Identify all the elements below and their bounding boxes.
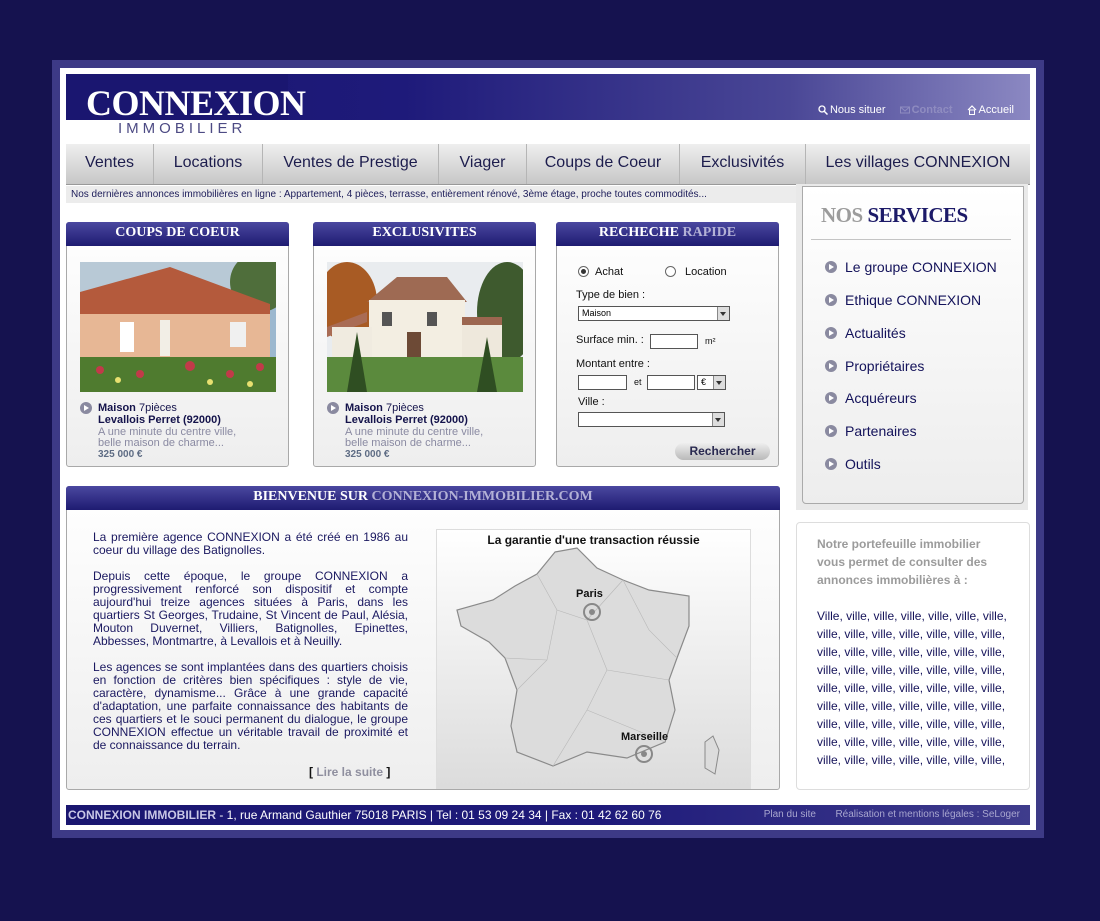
welcome-text: La première agence CONNEXION a été créé … bbox=[93, 530, 408, 752]
rechercher-button[interactable]: Rechercher bbox=[675, 443, 770, 460]
service-proprietaires[interactable]: Propriétaires bbox=[825, 358, 924, 374]
arrow-icon bbox=[825, 425, 837, 437]
coups-de-coeur-box: COUPS DE COEUR Maison 7pièces Levallois P… bbox=[66, 222, 289, 467]
footer-links: Plan du site Réalisation et mentions lég… bbox=[764, 805, 1020, 825]
lire-la-suite-link[interactable]: [ Lire la suite ] bbox=[309, 765, 390, 779]
property-description: A une minute du centre ville, belle maiso… bbox=[345, 426, 484, 449]
surface-input[interactable] bbox=[650, 334, 698, 349]
city-list-line[interactable]: ville, ville, ville, ville, ville, ville… bbox=[817, 661, 1017, 679]
service-partenaires[interactable]: Partenaires bbox=[825, 423, 917, 439]
property-title[interactable]: Maison 7pièces Levallois Perret (92000) bbox=[98, 402, 221, 426]
city-list-line[interactable]: ville, ville, ville, ville, ville, ville… bbox=[817, 679, 1017, 697]
type-select[interactable]: Maison bbox=[578, 306, 730, 321]
nav-villages[interactable]: Les villages CONNEXION bbox=[806, 144, 1030, 184]
property-photo[interactable] bbox=[80, 262, 276, 392]
property-photo[interactable] bbox=[327, 262, 523, 392]
arrow-icon bbox=[825, 294, 837, 306]
arrow-icon bbox=[825, 261, 837, 273]
city-list-line[interactable]: Ville, ville, ville, ville, ville, ville… bbox=[817, 607, 1017, 625]
quick-search-title: RECHECHE RAPIDE bbox=[556, 222, 779, 246]
ville-label: Ville : bbox=[578, 396, 605, 408]
plan-du-site-link[interactable]: Plan du site bbox=[764, 809, 816, 820]
logo[interactable]: CONNEXION IMMOBILIER bbox=[66, 74, 306, 137]
et-label: et bbox=[634, 377, 642, 387]
service-groupe[interactable]: Le groupe CONNEXION bbox=[825, 259, 997, 275]
location-radio[interactable] bbox=[665, 266, 676, 277]
chevron-down-icon bbox=[717, 307, 729, 320]
main-nav: Ventes Locations Ventes de Prestige Viag… bbox=[66, 144, 1030, 185]
portfolio-title: Notre portefeuille immobilier vous perme… bbox=[817, 537, 988, 587]
service-acquereurs[interactable]: Acquéreurs bbox=[825, 390, 917, 406]
property-description: A une minute du centre ville, belle maiso… bbox=[98, 426, 237, 449]
nous-situer-link[interactable]: Nous situer bbox=[818, 104, 886, 116]
property-price: 325 000 € bbox=[98, 449, 143, 460]
mail-icon bbox=[899, 106, 910, 114]
paris-label: Paris bbox=[576, 588, 603, 600]
city-list-line[interactable]: ville, ville, ville, ville, ville, ville… bbox=[817, 625, 1017, 643]
city-list-line[interactable]: ville, ville, ville, ville, ville, ville… bbox=[817, 643, 1017, 661]
nav-exclusivites[interactable]: Exclusivités bbox=[680, 144, 806, 184]
services-title: NOS SERVICES bbox=[821, 203, 968, 227]
home-icon bbox=[967, 105, 976, 115]
exclusivites-box: EXCLUSIVITES Maison 7pièces Levallois Per… bbox=[313, 222, 536, 467]
top-links: Nous situer Contact Accueil bbox=[818, 104, 1014, 116]
arrow-icon bbox=[327, 402, 339, 414]
ville-select[interactable] bbox=[578, 412, 725, 427]
exclusivites-title: EXCLUSIVITES bbox=[313, 222, 536, 246]
arrow-icon bbox=[825, 458, 837, 470]
welcome-title: BIENVENUE SUR CONNEXION-IMMOBILIER.COM bbox=[66, 486, 780, 510]
achat-label: Achat bbox=[595, 266, 624, 278]
france-map-shape bbox=[456, 547, 720, 775]
nav-ventes[interactable]: Ventes bbox=[66, 144, 154, 184]
property-title[interactable]: Maison 7pièces Levallois Perret (92000) bbox=[345, 402, 468, 426]
service-ethique[interactable]: Ethique CONNEXION bbox=[825, 292, 981, 308]
city-list-line[interactable]: ville, ville, ville, ville, ville, ville… bbox=[817, 733, 1017, 751]
footer-bar: CONNEXION IMMOBILIER - 1, rue Armand Gau… bbox=[66, 805, 1030, 825]
city-list-line[interactable]: ville, ville, ville, ville, ville, ville… bbox=[817, 751, 1017, 769]
type-label: Type de bien : bbox=[576, 289, 646, 301]
services-panel: NOS SERVICES Le groupe CONNEXION Ethique… bbox=[802, 186, 1024, 504]
mentions-legales-link[interactable]: Réalisation et mentions légales : SeLoge… bbox=[835, 809, 1020, 820]
city-list-line[interactable]: ville, ville, ville, ville, ville, ville… bbox=[817, 697, 1017, 715]
arrow-icon bbox=[825, 392, 837, 404]
arrow-icon bbox=[825, 327, 837, 339]
city-list: Ville, ville, ville, ville, ville, ville… bbox=[817, 607, 1017, 769]
arrow-icon bbox=[825, 360, 837, 372]
location-label: Location bbox=[685, 266, 727, 278]
surface-unit: m² bbox=[705, 336, 716, 346]
portfolio-box: Notre portefeuille immobilier vous perme… bbox=[796, 522, 1030, 790]
marseille-label: Marseille bbox=[621, 731, 669, 743]
contact-link[interactable]: Contact bbox=[899, 104, 953, 116]
arrow-icon bbox=[80, 402, 92, 414]
logo-subtitle: IMMOBILIER bbox=[118, 120, 247, 137]
search-icon bbox=[818, 105, 828, 115]
divider bbox=[811, 239, 1011, 240]
currency-select[interactable]: € bbox=[697, 375, 726, 390]
nav-coups-de-coeur[interactable]: Coups de Coeur bbox=[527, 144, 680, 184]
chevron-down-icon bbox=[712, 413, 724, 426]
montant-label: Montant entre : bbox=[576, 358, 650, 370]
service-actualites[interactable]: Actualités bbox=[825, 325, 906, 341]
achat-radio[interactable] bbox=[578, 266, 589, 277]
city-list-line[interactable]: ville, ville, ville, ville, ville, ville… bbox=[817, 715, 1017, 733]
chevron-down-icon bbox=[713, 376, 725, 389]
logo-name: CONNEXION bbox=[86, 83, 306, 123]
service-outils[interactable]: Outils bbox=[825, 456, 881, 472]
nav-ventes-prestige[interactable]: Ventes de Prestige bbox=[263, 144, 439, 184]
surface-label: Surface min. : bbox=[576, 334, 644, 346]
accueil-link[interactable]: Accueil bbox=[967, 104, 1014, 116]
property-price: 325 000 € bbox=[345, 449, 390, 460]
montant-min-input[interactable] bbox=[578, 375, 627, 390]
coups-de-coeur-title: COUPS DE COEUR bbox=[66, 222, 289, 246]
montant-max-input[interactable] bbox=[647, 375, 695, 390]
quick-search-box: RECHECHE RAPIDE Achat Location Type de b… bbox=[556, 222, 779, 467]
footer-contact: CONNEXION IMMOBILIER - 1, rue Armand Gau… bbox=[68, 808, 662, 822]
nav-locations[interactable]: Locations bbox=[154, 144, 263, 184]
welcome-box: BIENVENUE SUR CONNEXION-IMMOBILIER.COM L… bbox=[66, 486, 780, 790]
news-ticker[interactable]: Nos dernières annonces immobilières en l… bbox=[66, 186, 796, 203]
france-map: La garantie d'une transaction réussie Pa… bbox=[436, 529, 751, 789]
nav-viager[interactable]: Viager bbox=[439, 144, 527, 184]
